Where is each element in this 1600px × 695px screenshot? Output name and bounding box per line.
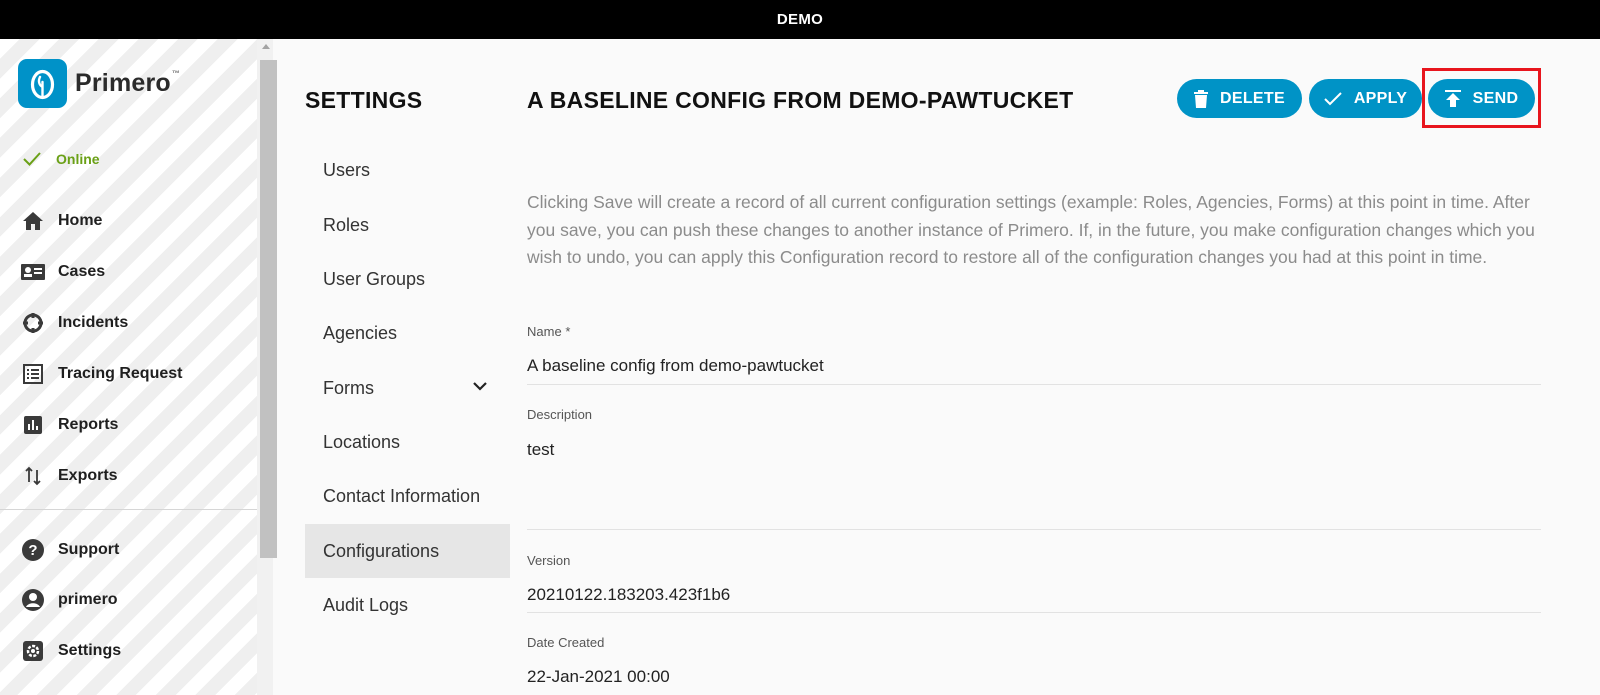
delete-button[interactable]: DELETE [1177,79,1302,118]
settings-menu-locations[interactable]: Locations [305,415,510,469]
date-created-field[interactable]: 22-Jan-2021 00:00 [527,667,670,687]
version-field-label: Version [527,553,571,568]
demo-banner: DEMO [0,0,1600,39]
online-status: Online [22,151,100,167]
name-field-underline [527,384,1541,385]
name-field[interactable]: A baseline config from demo-pawtucket [527,356,824,376]
help-icon: ? [20,537,46,563]
reports-icon [20,412,46,438]
tracing-request-icon [20,361,46,387]
settings-menu-roles[interactable]: Roles [305,198,510,252]
settings-menu-audit-logs[interactable]: Audit Logs [305,578,510,632]
settings-title: SETTINGS [305,87,423,113]
settings-menu-users[interactable]: Users [305,143,510,197]
incidents-icon [20,310,46,336]
exports-icon [20,463,46,489]
sidebar-item-tracing-request[interactable]: Tracing Request [20,361,182,387]
configuration-intro-text: Clicking Save will create a record of al… [527,192,1535,267]
settings-menu-forms[interactable]: Forms [305,361,510,415]
online-status-label: Online [56,151,100,167]
version-field[interactable]: 20210122.183203.423f1b6 [527,585,730,605]
primero-logo-icon [18,59,67,108]
description-field-label: Description [527,407,593,422]
svg-text:?: ? [28,542,37,559]
main-content: SETTINGS Users Roles User Groups Agencie… [273,39,1600,695]
description-field[interactable]: test [527,440,554,460]
settings-menu-configurations[interactable]: Configurations [305,524,510,578]
settings-menu-agencies[interactable]: Agencies [305,306,510,360]
settings-menu-contact-information[interactable]: Contact Information [305,469,510,523]
demo-banner-label: DEMO [776,11,824,28]
date-created-field-label: Date Created [527,635,605,650]
cases-icon [20,259,46,285]
name-field-label: Name * [527,324,571,339]
primero-logo[interactable]: Primero™ [18,59,180,108]
account-icon [20,587,46,613]
check-icon [1324,91,1342,105]
check-icon [23,152,41,166]
logo-text: Primero™ [75,69,181,97]
settings-menu-user-groups[interactable]: User Groups [305,252,510,306]
sidebar-item-account[interactable]: primero [20,587,118,613]
sidebar-item-reports[interactable]: Reports [20,412,118,438]
sidebar: Primero™ Online Home Cases Incidents Tra… [0,39,257,695]
description-field-underline [527,529,1541,530]
sidebar-item-support[interactable]: ? Support [20,537,119,563]
apply-button[interactable]: APPLY [1309,79,1422,118]
home-icon [20,208,46,234]
sidebar-item-exports[interactable]: Exports [20,463,118,489]
sidebar-item-incidents[interactable]: Incidents [20,310,128,336]
scroll-up-arrow-icon[interactable] [262,44,270,49]
chevron-down-icon [473,382,487,391]
sidebar-item-cases[interactable]: Cases [20,259,105,285]
version-field-underline [527,612,1541,613]
settings-gear-icon [20,638,46,664]
page-title: A BASELINE CONFIG FROM DEMO-PAWTUCKET [527,87,1074,113]
sidebar-divider [0,509,257,510]
sidebar-item-settings[interactable]: Settings [20,638,121,664]
sidebar-item-home[interactable]: Home [20,208,102,234]
trash-icon [1194,89,1209,108]
send-button-highlight [1422,68,1541,128]
